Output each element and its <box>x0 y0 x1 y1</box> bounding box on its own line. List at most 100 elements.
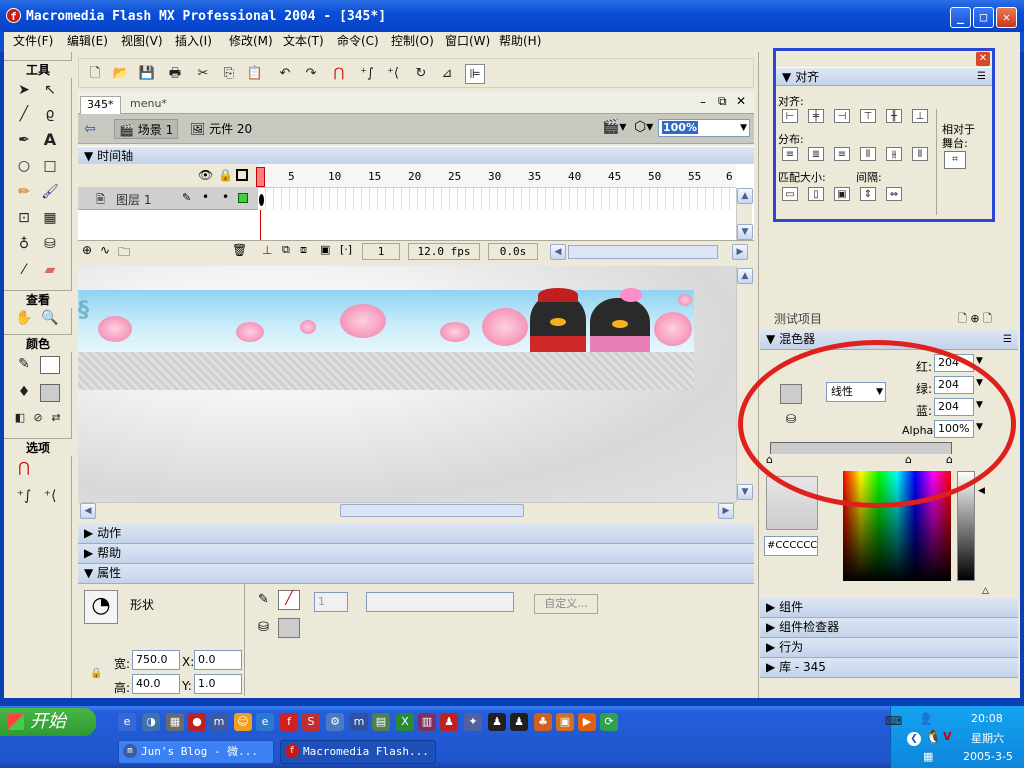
stroke-color-icon[interactable]: ✎ <box>14 354 34 374</box>
align-bottom-icon[interactable]: ⊥ <box>912 109 928 123</box>
stage-vscroll[interactable]: ▲ ▼ <box>736 266 753 502</box>
menu-commands[interactable]: 命令(C) <box>334 33 382 50</box>
line-tool-icon[interactable]: ╱ <box>14 104 34 124</box>
selected-shape[interactable] <box>78 352 694 390</box>
eye-icon[interactable]: 👁 <box>198 168 213 182</box>
smooth-toolbar-icon[interactable]: ⁺∫ <box>357 64 377 84</box>
no-color-icon[interactable]: ⊘ <box>28 408 48 428</box>
text-tool-icon[interactable]: A <box>40 130 60 150</box>
clock-time[interactable]: 20:08 <box>971 712 1003 725</box>
custom-button[interactable]: 自定义... <box>534 594 598 614</box>
match-height-icon[interactable]: ▯ <box>808 187 824 201</box>
tab-menu[interactable]: menu* <box>124 96 173 114</box>
menu-help[interactable]: 帮助(H) <box>496 33 544 50</box>
scale-icon[interactable]: ⊿ <box>437 64 457 84</box>
qq-icon[interactable]: ♟ <box>488 713 506 731</box>
zoom-select[interactable]: 100% ▼ <box>658 119 750 137</box>
keyboard-icon[interactable]: ⌨ <box>885 714 902 728</box>
chevron-left-icon[interactable]: ❮ <box>907 732 921 746</box>
distribute-right-icon[interactable]: ⫴ <box>912 147 928 161</box>
menu-control[interactable]: 控制(O) <box>388 33 437 50</box>
breadcrumb-scene[interactable]: 🎬 场景 1 <box>114 119 179 139</box>
delete-layer-icon[interactable]: 🗑 <box>232 243 247 257</box>
fill-transform-tool-icon[interactable]: ▦ <box>40 208 60 228</box>
menu-insert[interactable]: 插入(I) <box>172 33 215 50</box>
align-panel-header[interactable]: ▼ 对齐 ☰ <box>776 67 992 86</box>
distribute-hcenter-icon[interactable]: ⫵ <box>886 147 902 161</box>
visibility-dot[interactable]: • <box>202 190 209 204</box>
ie-icon[interactable]: e <box>256 713 274 731</box>
smooth-icon[interactable]: ⁺∫ <box>14 486 34 506</box>
panel-properties-header[interactable]: ▼ 属性 <box>78 564 754 584</box>
task-flash[interactable]: f Macromedia Flash... <box>280 740 436 764</box>
brush-tool-icon[interactable]: 🖌 <box>40 182 60 202</box>
start-button[interactable]: 开始 <box>0 708 96 736</box>
hex-field[interactable]: #CCCCCC <box>764 536 818 556</box>
collapse-mixer-icon[interactable]: △ <box>982 586 989 596</box>
scroll-left-icon[interactable]: ◀ <box>80 503 96 519</box>
align-toolbar-icon[interactable]: ⊫ <box>465 64 485 84</box>
app-icon[interactable]: ▶ <box>578 713 596 731</box>
panel-component-inspector[interactable]: ▶ 组件检查器 <box>760 618 1018 638</box>
to-stage-toggle-icon[interactable]: ⌗ <box>944 151 966 169</box>
doc-close-icon[interactable]: ✕ <box>736 94 746 108</box>
ink-bottle-tool-icon[interactable]: ♁ <box>14 234 34 254</box>
banner-artwork[interactable]: § <box>78 288 694 352</box>
menu-file[interactable]: 文件(F) <box>10 33 56 50</box>
copy-icon[interactable]: ⎘ <box>219 64 239 84</box>
scroll-down-icon[interactable]: ▼ <box>737 484 753 500</box>
timeline-ruler[interactable]: 15101520253035404550556 <box>258 164 736 188</box>
app-icon[interactable]: ▣ <box>556 713 574 731</box>
insert-layer-icon[interactable]: ⊕ <box>82 243 92 257</box>
new-file-icon[interactable]: 🗋 <box>85 64 105 84</box>
rectangle-tool-icon[interactable]: □ <box>40 156 60 176</box>
distribute-left-icon[interactable]: ⫴ <box>860 147 876 161</box>
qq-tray-icon[interactable]: 🐧 <box>925 730 941 745</box>
frame-cells[interactable] <box>258 188 736 210</box>
network-users-icon[interactable]: 👥 <box>921 710 938 726</box>
rotate-icon[interactable]: ↻ <box>411 64 431 84</box>
zoom-tool-icon[interactable]: 🔍 <box>40 308 60 328</box>
edit-symbol-icon[interactable]: ⬡▾ <box>634 119 653 135</box>
ie-icon[interactable]: e <box>118 713 136 731</box>
swap-colors-icon[interactable]: ⇄ <box>46 408 66 428</box>
undo-icon[interactable]: ↶ <box>275 64 295 84</box>
straighten-toolbar-icon[interactable]: ⁺⟨ <box>383 64 403 84</box>
timeline-hscroll-thumb[interactable] <box>568 245 718 259</box>
align-right-icon[interactable]: ⊣ <box>834 109 850 123</box>
tab-345[interactable]: 345* <box>80 96 121 114</box>
oval-tool-icon[interactable]: ○ <box>14 156 34 176</box>
minimize-button[interactable]: _ <box>950 7 971 28</box>
app-icon[interactable]: ● <box>188 713 206 731</box>
task-blog[interactable]: m Jun's Blog - 微... <box>118 740 274 764</box>
space-horizontal-icon[interactable]: ⇔ <box>886 187 902 201</box>
lock-ratio-icon[interactable]: 🔒 <box>90 668 102 679</box>
breadcrumb-symbol[interactable]: 🖼 元件 20 <box>186 119 256 139</box>
app-icon[interactable]: S <box>302 713 320 731</box>
space-vertical-icon[interactable]: ⇕ <box>860 187 876 201</box>
panel-actions[interactable]: ▶ 动作 <box>78 524 754 544</box>
y-field[interactable]: 1.0 <box>194 674 242 694</box>
align-left-icon[interactable]: ⊢ <box>782 109 798 123</box>
redo-icon[interactable]: ↷ <box>301 64 321 84</box>
pen-tool-icon[interactable]: ✒ <box>14 130 34 150</box>
straighten-icon[interactable]: ⁺⟨ <box>40 486 60 506</box>
menu-view[interactable]: 视图(V) <box>118 33 166 50</box>
app-icon[interactable]: ✦ <box>464 713 482 731</box>
playhead[interactable] <box>256 167 265 187</box>
menu-edit[interactable]: 编辑(E) <box>64 33 111 50</box>
panel-options-icon[interactable]: ☰ <box>1003 330 1012 349</box>
lock-icon[interactable]: 🔒 <box>218 168 233 182</box>
insert-folder-icon[interactable]: 🗀 <box>118 243 130 264</box>
x-field[interactable]: 0.0 <box>194 650 242 670</box>
keyframe-dot[interactable] <box>259 194 264 206</box>
excel-icon[interactable]: X <box>396 713 414 731</box>
chevron-down-icon[interactable]: ▼ <box>976 356 983 366</box>
stage-hscroll[interactable]: ◀ ▶ <box>78 502 736 519</box>
align-vcenter-icon[interactable]: ╫ <box>886 109 902 123</box>
messenger-icon[interactable]: ◑ <box>142 713 160 731</box>
open-folder-icon[interactable]: 📂 <box>111 64 131 84</box>
match-both-icon[interactable]: ▣ <box>834 187 850 201</box>
stroke-style-select[interactable] <box>366 592 514 612</box>
timeline-vscroll[interactable]: ▲ ▼ <box>736 188 753 240</box>
